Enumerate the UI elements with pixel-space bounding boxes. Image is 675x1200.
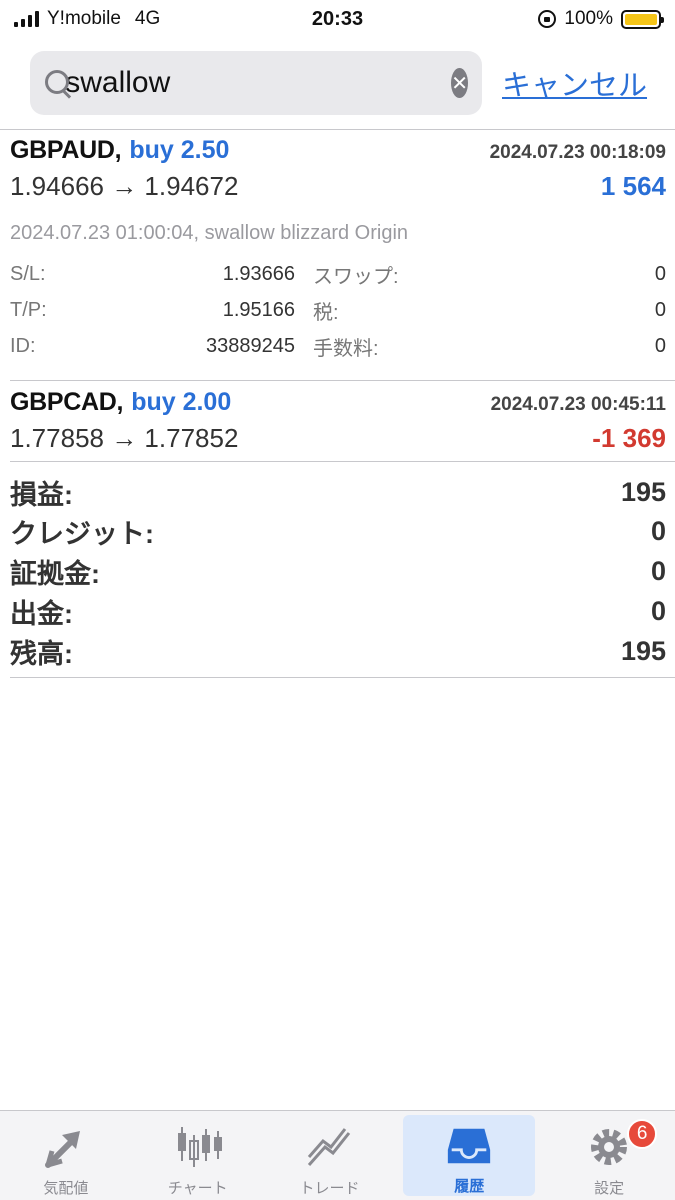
trade-comment: 2024.07.23 01:00:04, swallow blizzard Or… — [10, 222, 409, 244]
summary-row: 損益: 195 — [10, 472, 666, 512]
credit-value: 0 — [650, 515, 666, 546]
tab-bar: 気配値 チャート トレード 履歴 設定 6 — [0, 1110, 675, 1200]
tab-label: 履歴 — [454, 1178, 485, 1195]
tab-quotes[interactable]: 気配値 — [0, 1111, 132, 1200]
search-bar: ✕ キャンセル — [0, 48, 675, 118]
sl-label: S/L: — [10, 262, 46, 285]
id-value: 33889245 — [206, 334, 295, 357]
id-label: ID: — [10, 334, 36, 357]
sl-value: 1.93666 — [222, 262, 295, 285]
divider — [10, 380, 675, 381]
divider — [0, 129, 675, 130]
trade-symbol: GBPCAD, — [10, 388, 124, 416]
tab-label: 設定 — [594, 1180, 625, 1197]
tab-label: トレード — [299, 1180, 360, 1197]
tab-label: 気配値 — [43, 1180, 89, 1197]
notification-badge: 6 — [627, 1119, 658, 1149]
withdrawal-label: 出金: — [10, 598, 73, 629]
trade-profit: -1 369 — [592, 423, 666, 453]
profit-value: 195 — [620, 476, 666, 507]
trade-time: 2024.07.23 00:45:11 — [490, 394, 666, 415]
balance-value: 195 — [620, 635, 666, 666]
battery-level — [625, 13, 657, 25]
battery-percent: 100% — [564, 8, 613, 29]
detail-row: T/P: 1.95166 税: 0 — [10, 295, 666, 325]
tab-settings[interactable]: 設定 6 — [543, 1111, 675, 1200]
search-input[interactable] — [65, 66, 452, 100]
trade-icon — [308, 1128, 351, 1166]
search-field[interactable]: ✕ — [30, 51, 482, 115]
trade-type: buy 2.00 — [131, 388, 232, 416]
tab-trade[interactable]: トレード — [264, 1111, 396, 1200]
battery-icon — [621, 9, 664, 29]
trade-profit: 1 564 — [600, 171, 666, 201]
clear-search-icon[interactable]: ✕ — [451, 68, 468, 98]
tab-chart[interactable]: チャート — [132, 1111, 264, 1200]
summary-row: 残高: 195 — [10, 631, 666, 671]
network-type: 4G — [134, 8, 161, 29]
detail-row: S/L: 1.93666 スワップ: 0 — [10, 259, 666, 289]
tax-label: 税: — [313, 301, 339, 324]
trade-prices: 1.77858 → 1.77852 — [10, 423, 239, 453]
balance-label: 残高: — [10, 638, 73, 669]
tab-history[interactable]: 履歴 — [403, 1115, 536, 1196]
trade-type: buy 2.50 — [129, 136, 230, 164]
commission-label: 手数料: — [313, 337, 379, 360]
trade-prices: 1.94666 → 1.94672 — [10, 171, 239, 201]
summary-row: 証拠金: 0 — [10, 551, 666, 591]
trade-time: 2024.07.23 00:18:09 — [489, 142, 666, 163]
withdrawal-value: 0 — [650, 595, 666, 626]
detail-row: ID: 33889245 手数料: 0 — [10, 331, 666, 361]
orientation-lock-icon — [538, 10, 557, 28]
status-bar: Y!mobile 4G 20:33 100% — [0, 0, 675, 38]
chart-icon — [177, 1127, 222, 1167]
profit-label: 損益: — [10, 479, 73, 510]
summary-row: 出金: 0 — [10, 591, 666, 631]
commission-value: 0 — [654, 334, 666, 357]
summary-row: クレジット: 0 — [10, 511, 666, 551]
tax-value: 0 — [654, 298, 666, 321]
carrier-name: Y!mobile — [47, 8, 121, 29]
search-icon — [44, 69, 71, 97]
tp-value: 1.95166 — [222, 298, 295, 321]
credit-label: クレジット: — [10, 518, 154, 549]
signal-icon — [14, 11, 39, 27]
history-icon — [448, 1128, 491, 1164]
tab-label: チャート — [167, 1180, 228, 1197]
trade-symbol: GBPAUD, — [10, 136, 122, 164]
cancel-button[interactable]: キャンセル — [502, 62, 647, 104]
swap-label: スワップ: — [313, 265, 399, 288]
divider — [10, 677, 675, 678]
deposit-value: 0 — [650, 555, 666, 586]
divider — [10, 461, 675, 462]
deposit-label: 証拠金: — [10, 558, 100, 589]
quotes-icon — [44, 1131, 80, 1168]
swap-value: 0 — [654, 262, 666, 285]
tp-label: T/P: — [10, 298, 47, 321]
